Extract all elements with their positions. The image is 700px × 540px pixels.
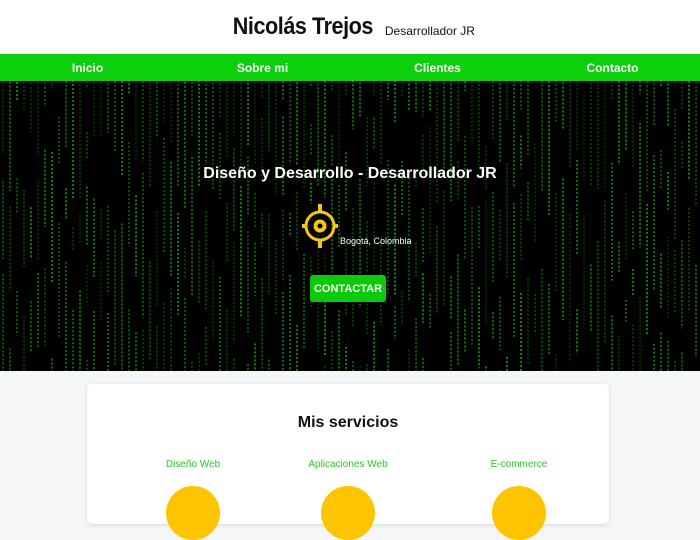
hero-title: Diseño y Desarrollo - Desarrollador JR <box>203 165 497 182</box>
service-label: E-commerce <box>490 459 548 470</box>
service-label: Diseño Web <box>165 459 221 470</box>
nav-link-inicio[interactable]: Inicio <box>0 61 175 75</box>
service-icon <box>321 486 375 540</box>
site-owner-role: Desarrollador JR <box>384 24 475 38</box>
hero-content: Diseño y Desarrollo - Desarrollador JR B… <box>0 81 700 371</box>
location-text: Bogotá, Colombia <box>340 236 412 246</box>
contact-button[interactable]: CONTACTAR <box>310 275 386 302</box>
target-location-icon <box>302 204 338 248</box>
services-title: Mis servicios <box>297 414 399 431</box>
nav-link-clientes[interactable]: Clientes <box>350 61 525 75</box>
service-icon <box>492 486 546 540</box>
main-nav: Inicio Sobre mi Clientes Contacto <box>0 54 700 81</box>
service-label: Aplicaciones Web <box>308 459 388 470</box>
site-header: Nicolás Trejos Desarrollador JR <box>0 0 700 54</box>
nav-link-contacto[interactable]: Contacto <box>525 61 700 75</box>
service-icon <box>166 486 220 540</box>
nav-link-sobre-mi[interactable]: Sobre mi <box>175 61 350 75</box>
hero-section: Diseño y Desarrollo - Desarrollador JR B… <box>0 81 700 371</box>
site-owner-name: Nicolás Trejos <box>232 13 374 40</box>
services-card: Mis servicios Diseño Web Aplicaciones We… <box>87 384 609 540</box>
